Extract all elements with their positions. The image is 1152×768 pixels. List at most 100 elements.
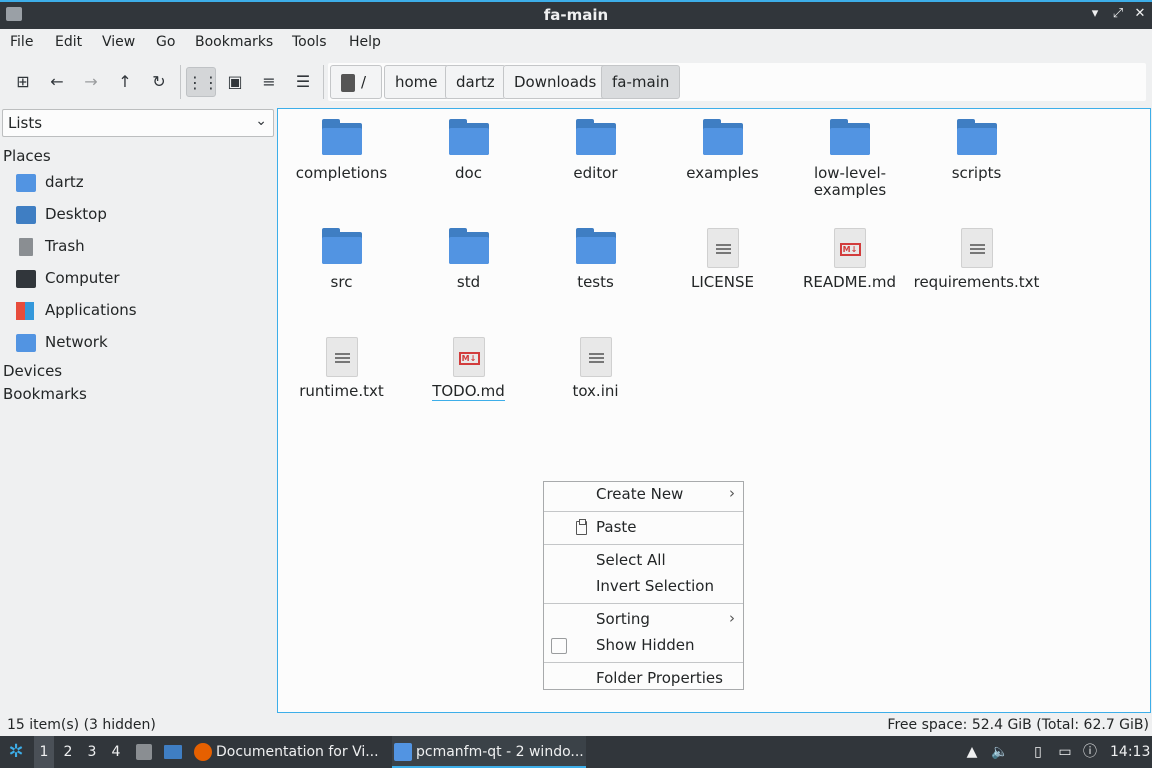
task-pcmanfm[interactable]: pcmanfm-qt - 2 windo... [392,736,586,768]
sidebar-item-trash[interactable]: Trash [16,235,266,259]
menu-bookmarks[interactable]: Bookmarks [195,34,273,50]
sidebar-mode-select[interactable]: Lists ⌄ [2,109,274,137]
path-dartz-button[interactable]: dartz [445,65,506,99]
file-name: README.md [802,273,897,291]
desktop-4-button[interactable]: 4 [106,736,126,768]
menu-item-paste[interactable]: Paste [544,515,743,541]
window-title: fa-main [543,6,609,24]
clock[interactable]: 14:13 [1110,736,1150,768]
file-item[interactable]: LICENSE [659,226,786,291]
sidebar-item-computer[interactable]: Computer [16,267,266,291]
file-name: low-level-examples [813,164,887,199]
bookmarks-heading[interactable]: Bookmarks [3,385,87,403]
sidebar-item-applications[interactable]: Applications [16,299,266,323]
menu-item-sorting[interactable]: Sorting › [544,607,743,633]
menu-edit[interactable]: Edit [55,34,82,50]
text-file-icon [321,335,363,377]
file-item[interactable]: M↓ README.md [786,226,913,291]
desktop-icon [16,206,36,224]
new-tab-icon[interactable]: ⊞ [8,67,38,97]
drive-icon [341,73,355,92]
file-name: requirements.txt [913,273,1040,291]
devices-heading[interactable]: Devices [3,362,62,380]
file-item[interactable]: M↓ TODO.md [405,335,532,401]
menu-go[interactable]: Go [156,34,175,50]
task-firefox[interactable]: Documentation for Vi... [192,736,380,768]
show-desktop-icon[interactable] [162,736,184,768]
clipboard-icon[interactable]: ▯ [1028,742,1048,762]
menu-item-create-new[interactable]: Create New › [544,482,743,508]
file-item[interactable]: tests [532,226,659,291]
menu-item-folder-properties[interactable]: Folder Properties [544,666,743,692]
menu-item-invert-selection[interactable]: Invert Selection [544,574,743,600]
toolbar-separator [180,65,181,99]
menu-view[interactable]: View [102,34,135,50]
maximize-icon[interactable]: ⤢ [1109,5,1127,23]
tray-expand-icon[interactable]: ▲ [962,742,982,762]
up-icon[interactable]: ↑ [110,67,140,97]
path-fa-main-button[interactable]: fa-main [601,65,681,99]
context-menu: Create New › Paste Select All Invert Sel… [543,481,744,690]
file-item[interactable]: completions [278,117,405,182]
chevron-down-icon: ⌄ [255,113,267,129]
reload-icon[interactable]: ↻ [144,67,174,97]
file-item[interactable]: runtime.txt [278,335,405,400]
network-icon [16,334,36,352]
sidebar-item-desktop[interactable]: Desktop [16,203,266,227]
toolbar: ⊞ ← → ↑ ↻ ⋮⋮ ▣ ≡ ☰ / home dartz Download… [0,57,1152,107]
network-tray-icon[interactable]: ▭ [1055,742,1075,762]
path-downloads-button[interactable]: Downloads [503,65,608,99]
file-item[interactable]: std [405,226,532,291]
file-item[interactable]: low-level-examples [786,117,913,199]
file-manager-launcher-icon[interactable] [134,736,154,768]
desktop-2-button[interactable]: 2 [58,736,78,768]
firefox-icon [194,743,212,761]
folder-icon [394,743,412,761]
menu-file[interactable]: File [10,34,33,50]
menu-tools[interactable]: Tools [292,34,327,50]
detailed-view-icon[interactable]: ☰ [288,67,318,97]
file-item[interactable]: src [278,226,405,291]
file-name: std [456,273,481,291]
menu-item-select-all[interactable]: Select All [544,548,743,574]
file-name: scripts [951,164,1002,182]
title-bar: fa-main ▾ ⤢ ✕ [0,0,1152,29]
file-name: LICENSE [691,273,754,291]
file-item[interactable]: editor [532,117,659,182]
compact-view-icon[interactable]: ≡ [254,67,284,97]
file-name: src [330,273,353,291]
show-hidden-checkbox[interactable] [551,638,567,654]
computer-icon [16,270,36,288]
desktop-3-button[interactable]: 3 [82,736,102,768]
back-icon[interactable]: ← [42,67,72,97]
text-file-icon [575,335,617,377]
thumbnail-view-icon[interactable]: ▣ [220,67,250,97]
applications-icon [16,302,34,320]
file-item[interactable]: tox.ini [532,335,659,400]
notification-icon[interactable]: ⓘ [1080,742,1100,762]
volume-icon[interactable]: 🔈 [990,742,1010,762]
file-item[interactable]: requirements.txt [913,226,1040,291]
file-item[interactable]: examples [659,117,786,182]
places-heading[interactable]: Places [3,147,51,165]
minimize-icon[interactable]: ▾ [1086,5,1104,23]
file-name: tests [577,273,614,291]
path-home-button[interactable]: home [384,65,449,99]
folder-icon [575,226,617,268]
toolbar-separator [323,65,324,99]
path-root-button[interactable]: / [330,65,382,99]
folder-icon [321,117,363,159]
file-item[interactable]: scripts [913,117,1040,182]
start-menu-icon[interactable]: ✲ [4,736,28,768]
close-icon[interactable]: ✕ [1131,5,1149,23]
sidebar: Lists ⌄ Places dartz Desktop Trash Compu… [0,107,276,715]
desktop-1-button[interactable]: 1 [34,736,54,768]
sidebar-item-dartz[interactable]: dartz [16,171,266,195]
file-item[interactable]: doc [405,117,532,182]
file-name: tox.ini [572,382,619,400]
forward-icon[interactable]: → [76,67,106,97]
menu-item-show-hidden[interactable]: Show Hidden [544,633,743,659]
menu-help[interactable]: Help [349,34,381,50]
sidebar-item-network[interactable]: Network [16,331,266,355]
icon-view-icon[interactable]: ⋮⋮ [186,67,219,97]
